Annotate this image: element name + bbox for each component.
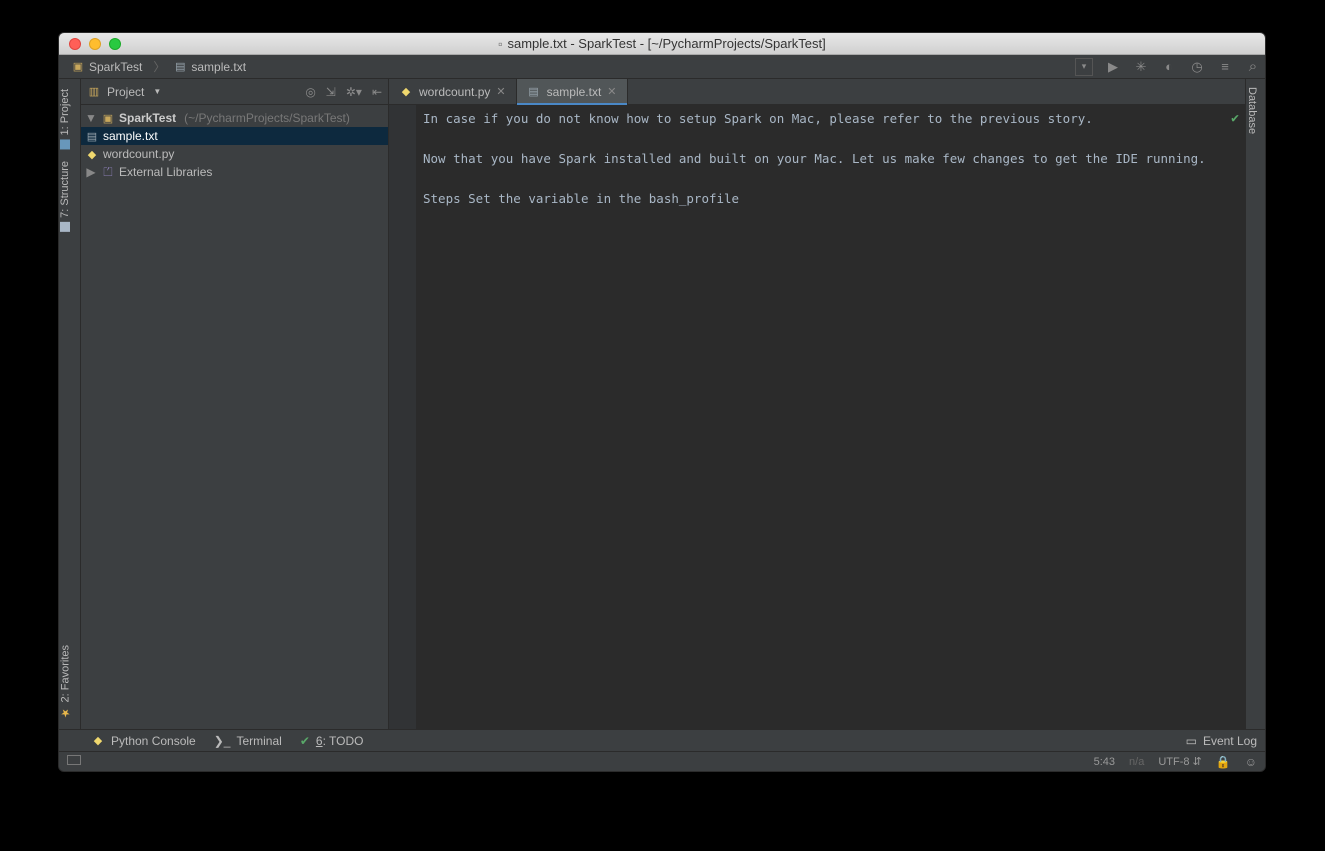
tool-label: Python Console	[111, 734, 196, 748]
tool-event-log[interactable]: ▭ Event Log	[1186, 734, 1257, 748]
close-tab-icon[interactable]: ✕	[496, 85, 505, 98]
tool-tab-database[interactable]: Database	[1246, 79, 1258, 140]
editor-area: ◆ wordcount.py ✕ ▤ sample.txt ✕ ✔In case…	[389, 79, 1245, 729]
folder-icon: ▣	[71, 60, 85, 74]
tree-root-name: SparkTest	[119, 111, 176, 125]
locate-icon[interactable]: ◎	[305, 85, 315, 99]
folder-icon: ▣	[101, 111, 115, 125]
readonly-lock-icon[interactable]: 🔒	[1216, 755, 1231, 769]
tool-tab-project[interactable]: 1: Project	[59, 83, 71, 155]
hide-panel-icon[interactable]: ⇤	[372, 85, 382, 99]
collapse-icon[interactable]: ⇲	[326, 85, 336, 99]
tree-root[interactable]: ▼ ▣ SparkTest (~/PycharmProjects/SparkTe…	[81, 109, 388, 127]
project-view-icon: ▥	[87, 85, 101, 99]
tool-window-quick-access-icon[interactable]	[67, 755, 81, 765]
right-tool-strip: Database	[1245, 79, 1265, 729]
editor-tab-label: sample.txt	[547, 85, 602, 99]
editor-tab-wordcount[interactable]: ◆ wordcount.py ✕	[389, 79, 517, 104]
tool-todo[interactable]: ✔ 6: TODO	[300, 734, 364, 748]
project-tree: ▼ ▣ SparkTest (~/PycharmProjects/SparkTe…	[81, 105, 388, 185]
library-icon: ⏍	[101, 165, 115, 179]
todo-icon: ✔	[300, 734, 310, 748]
tool-terminal[interactable]: ❯_ Terminal	[214, 734, 282, 748]
close-tab-icon[interactable]: ✕	[607, 85, 616, 98]
title-bar: ▫ sample.txt - SparkTest - [~/PycharmPro…	[59, 33, 1265, 55]
breadcrumb-label: SparkTest	[89, 60, 142, 74]
tool-tab-favorites[interactable]: ★2: Favorites	[59, 639, 72, 725]
ide-window: ▫ sample.txt - SparkTest - [~/PycharmPro…	[58, 32, 1266, 772]
project-panel-actions: ◎ ⇲ ✲▾ ⇤	[305, 85, 382, 99]
zoom-window-button[interactable]	[109, 38, 121, 50]
window-title: ▫ sample.txt - SparkTest - [~/PycharmPro…	[59, 36, 1265, 51]
coverage-button-icon[interactable]: ◐	[1161, 59, 1177, 74]
minimize-window-button[interactable]	[89, 38, 101, 50]
disclosure-triangle-icon[interactable]: ▼	[85, 111, 97, 125]
tree-item-label: External Libraries	[119, 165, 212, 179]
status-cursor-position[interactable]: 5:43	[1094, 756, 1115, 768]
project-view-selector[interactable]: ▥ Project ▼	[87, 85, 161, 99]
editor-gutter	[389, 105, 417, 729]
run-button-icon[interactable]: ▶	[1105, 59, 1121, 75]
file-icon: ▤	[173, 60, 187, 74]
search-everywhere-icon[interactable]: ⌕	[1245, 58, 1261, 75]
window-controls	[69, 38, 121, 50]
bottom-tool-buttons: ◆ Python Console ❯_ Terminal ✔ 6: TODO	[91, 734, 363, 748]
stop-button-icon[interactable]: ≡	[1217, 59, 1233, 74]
tool-label: 6: TODO	[316, 734, 364, 748]
window-title-text: sample.txt - SparkTest - [~/PycharmProje…	[508, 36, 826, 51]
profile-button-icon[interactable]: ◷	[1189, 59, 1205, 75]
tool-tab-structure[interactable]: 7: Structure	[59, 155, 71, 238]
run-config-dropdown[interactable]: ▾	[1075, 58, 1093, 76]
status-encoding[interactable]: UTF-8 ⇵	[1158, 755, 1201, 768]
status-bar: 5:43 n/a UTF-8 ⇵ 🔒 ☺	[59, 751, 1265, 771]
document-icon: ▫	[498, 37, 502, 51]
project-panel-header: ▥ Project ▼ ◎ ⇲ ✲▾ ⇤	[81, 79, 388, 105]
settings-gear-icon[interactable]: ✲▾	[346, 85, 362, 99]
file-icon: ▤	[85, 129, 99, 143]
tool-python-console[interactable]: ◆ Python Console	[91, 734, 196, 748]
tree-item-sample[interactable]: ▤ sample.txt	[81, 127, 388, 145]
chevron-down-icon: ▼	[153, 87, 161, 96]
file-icon: ▤	[527, 85, 541, 99]
python-file-icon: ◆	[85, 147, 99, 161]
status-left	[67, 755, 81, 768]
editor-tab-sample[interactable]: ▤ sample.txt ✕	[517, 79, 628, 104]
tree-external-libraries[interactable]: ▶ ⏍ External Libraries	[81, 163, 388, 181]
tree-item-wordcount[interactable]: ◆ wordcount.py	[81, 145, 388, 163]
tree-root-path: (~/PycharmProjects/SparkTest)	[184, 111, 350, 125]
breadcrumb: ▣ SparkTest ▤ sample.txt	[63, 56, 250, 77]
hector-inspector-icon[interactable]: ☺	[1245, 755, 1257, 769]
breadcrumb-item-project[interactable]: ▣ SparkTest	[67, 58, 146, 76]
tool-label: Event Log	[1203, 734, 1257, 748]
editor-tab-label: wordcount.py	[419, 85, 490, 99]
main-area: 1: Project 7: Structure ★2: Favorites ▥ …	[59, 79, 1265, 729]
navigation-toolbar: ▣ SparkTest ▤ sample.txt ▾ ▶ ✳ ◐ ◷ ≡ ⌕	[59, 55, 1265, 79]
debug-button-icon[interactable]: ✳	[1133, 59, 1149, 75]
project-panel: ▥ Project ▼ ◎ ⇲ ✲▾ ⇤ ▼ ▣ SparkTest (~/Py…	[81, 79, 389, 729]
editor-text-area[interactable]: ✔In case if you do not know how to setup…	[417, 105, 1245, 729]
terminal-icon: ❯_	[214, 734, 231, 748]
left-tool-strip: 1: Project 7: Structure ★2: Favorites	[59, 79, 81, 729]
bottom-tool-strip: ◆ Python Console ❯_ Terminal ✔ 6: TODO ▭…	[59, 729, 1265, 751]
run-toolbar: ▾ ▶ ✳ ◐ ◷ ≡ ⌕	[1075, 58, 1261, 76]
tool-label: Terminal	[236, 734, 281, 748]
inspection-ok-icon: ✔	[1231, 109, 1239, 129]
status-line-separator[interactable]: n/a	[1129, 756, 1144, 768]
python-console-icon: ◆	[91, 734, 105, 748]
tree-item-label: sample.txt	[103, 129, 158, 143]
breadcrumb-item-file[interactable]: ▤ sample.txt	[149, 56, 250, 77]
tree-item-label: wordcount.py	[103, 147, 174, 161]
python-file-icon: ◆	[399, 85, 413, 99]
editor-body: ✔In case if you do not know how to setup…	[389, 105, 1245, 729]
editor-tabs: ◆ wordcount.py ✕ ▤ sample.txt ✕	[389, 79, 1245, 105]
project-panel-title: Project	[107, 85, 144, 99]
disclosure-triangle-icon[interactable]: ▶	[85, 165, 97, 179]
breadcrumb-label: sample.txt	[191, 60, 246, 74]
event-log-icon: ▭	[1186, 734, 1197, 748]
close-window-button[interactable]	[69, 38, 81, 50]
status-right: 5:43 n/a UTF-8 ⇵ 🔒 ☺	[1094, 755, 1257, 769]
